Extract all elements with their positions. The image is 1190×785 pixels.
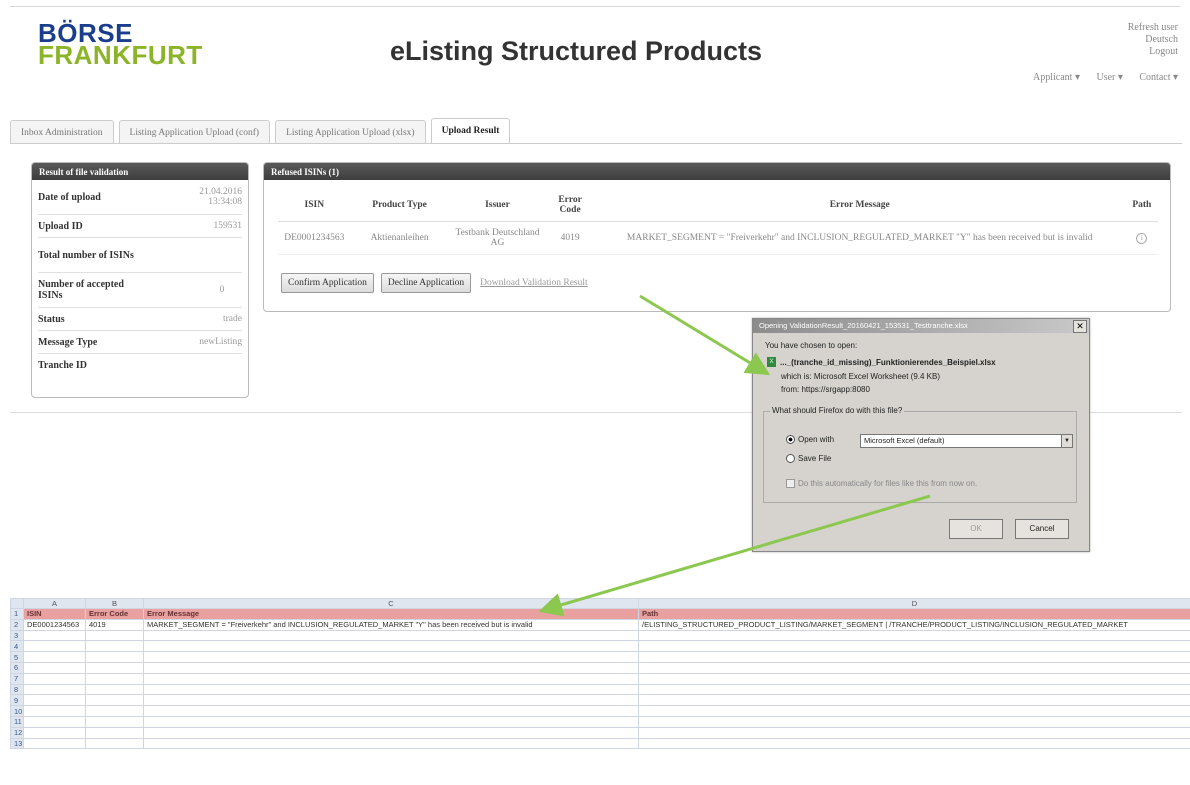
arrow-to-spreadsheet — [538, 494, 931, 617]
annotation-arrows — [538, 294, 931, 617]
arrow-to-dialog — [639, 294, 771, 376]
